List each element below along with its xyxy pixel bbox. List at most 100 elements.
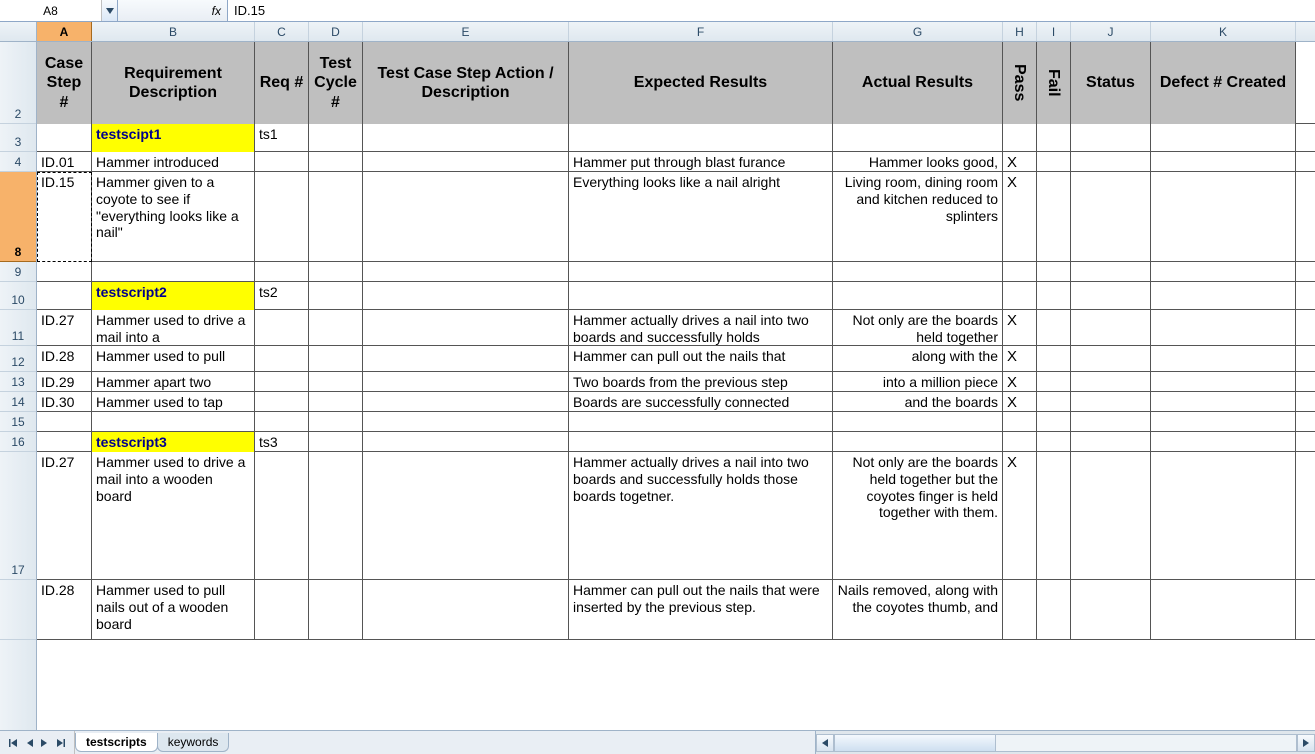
cell[interactable]: [569, 282, 833, 310]
row-header[interactable]: 13: [0, 372, 36, 392]
cell[interactable]: ID.01: [37, 152, 92, 172]
cell[interactable]: Requirement Description: [92, 42, 255, 124]
cell[interactable]: [309, 310, 363, 346]
cell[interactable]: ID.30: [37, 392, 92, 412]
cell[interactable]: [309, 152, 363, 172]
cell[interactable]: [309, 262, 363, 282]
col-header-H[interactable]: H: [1003, 22, 1037, 41]
cell[interactable]: [363, 412, 569, 432]
cell[interactable]: [309, 346, 363, 372]
row-header[interactable]: 9: [0, 262, 36, 282]
col-header-D[interactable]: D: [309, 22, 363, 41]
cell[interactable]: [1037, 412, 1071, 432]
cell[interactable]: Hammer can pull out the nails that were …: [569, 580, 833, 640]
cell[interactable]: Test Case Step Action / Description: [363, 42, 569, 124]
cell[interactable]: [833, 432, 1003, 452]
cell[interactable]: [255, 372, 309, 392]
cell[interactable]: [255, 412, 309, 432]
cell[interactable]: ID.15: [37, 172, 92, 262]
cell[interactable]: Not only are the boards held together bu…: [833, 452, 1003, 580]
cell[interactable]: [1071, 172, 1151, 262]
cell[interactable]: [1037, 262, 1071, 282]
cell[interactable]: Hammer used to drive a mail into a woode…: [92, 452, 255, 580]
cell[interactable]: [309, 580, 363, 640]
cell[interactable]: ID.29: [37, 372, 92, 392]
cell[interactable]: [1071, 580, 1151, 640]
cell[interactable]: [1151, 346, 1296, 372]
cell[interactable]: [363, 152, 569, 172]
cell[interactable]: [363, 392, 569, 412]
cell[interactable]: Hammer apart two: [92, 372, 255, 392]
cell[interactable]: X: [1003, 346, 1037, 372]
row-header[interactable]: [0, 580, 36, 640]
cell[interactable]: ID.28: [37, 580, 92, 640]
cell[interactable]: [255, 262, 309, 282]
cell[interactable]: X: [1003, 452, 1037, 580]
row-header[interactable]: 10: [0, 282, 36, 310]
cell[interactable]: [1071, 412, 1151, 432]
cell[interactable]: [1003, 282, 1037, 310]
cell[interactable]: Hammer used to pull: [92, 346, 255, 372]
cell[interactable]: [1071, 452, 1151, 580]
cell[interactable]: [37, 282, 92, 310]
tab-testscripts[interactable]: testscripts: [75, 733, 158, 752]
row-header[interactable]: 8: [0, 172, 36, 262]
cell[interactable]: testscript3: [92, 432, 255, 452]
scroll-left-icon[interactable]: [816, 734, 834, 752]
cell[interactable]: and the boards: [833, 392, 1003, 412]
cell[interactable]: [37, 262, 92, 282]
cell[interactable]: [1151, 172, 1296, 262]
cell[interactable]: Fail: [1037, 42, 1071, 124]
cell[interactable]: [92, 412, 255, 432]
cell[interactable]: Hammer looks good,: [833, 152, 1003, 172]
cell[interactable]: ID.27: [37, 310, 92, 346]
cell[interactable]: [1151, 372, 1296, 392]
cell[interactable]: [309, 432, 363, 452]
cell[interactable]: [363, 262, 569, 282]
cell[interactable]: [1037, 372, 1071, 392]
cell[interactable]: Two boards from the previous step: [569, 372, 833, 392]
cell[interactable]: Everything looks like a nail alright: [569, 172, 833, 262]
cell[interactable]: [363, 124, 569, 152]
cell[interactable]: ts1: [255, 124, 309, 152]
cell[interactable]: [363, 432, 569, 452]
cell[interactable]: [309, 392, 363, 412]
cell[interactable]: Hammer used to drive a mail into a: [92, 310, 255, 346]
cell[interactable]: [1151, 124, 1296, 152]
col-header-I[interactable]: I: [1037, 22, 1071, 41]
cell[interactable]: X: [1003, 310, 1037, 346]
cell[interactable]: X: [1003, 152, 1037, 172]
cell[interactable]: [1071, 310, 1151, 346]
cell[interactable]: [363, 452, 569, 580]
cell[interactable]: [363, 346, 569, 372]
cell[interactable]: Hammer put through blast furance: [569, 152, 833, 172]
row-header[interactable]: 17: [0, 452, 36, 580]
col-header-E[interactable]: E: [363, 22, 569, 41]
hscroll-track[interactable]: [834, 734, 1297, 752]
cell[interactable]: [1003, 432, 1037, 452]
cell[interactable]: along with the: [833, 346, 1003, 372]
cell[interactable]: Hammer used to tap: [92, 392, 255, 412]
cell[interactable]: [37, 124, 92, 152]
tab-last-icon[interactable]: [54, 736, 68, 750]
cell[interactable]: Status: [1071, 42, 1151, 124]
cell[interactable]: Hammer actually drives a nail into two b…: [569, 452, 833, 580]
cell[interactable]: [309, 372, 363, 392]
row-header[interactable]: 4: [0, 152, 36, 172]
cell[interactable]: [309, 124, 363, 152]
cell[interactable]: Hammer can pull out the nails that: [569, 346, 833, 372]
cell[interactable]: [363, 580, 569, 640]
cell[interactable]: Nails removed, along with the coyotes th…: [833, 580, 1003, 640]
cell[interactable]: ID.27: [37, 452, 92, 580]
cell[interactable]: [1037, 580, 1071, 640]
cell[interactable]: ID.28: [37, 346, 92, 372]
cell[interactable]: [363, 282, 569, 310]
fx-button[interactable]: fx: [118, 0, 228, 21]
row-header[interactable]: 3: [0, 124, 36, 152]
cell[interactable]: Hammer used to pull nails out of a woode…: [92, 580, 255, 640]
cell[interactable]: Not only are the boards held together: [833, 310, 1003, 346]
tab-next-icon[interactable]: [38, 736, 52, 750]
name-box-dropdown[interactable]: [101, 0, 117, 21]
cell[interactable]: [1037, 124, 1071, 152]
tab-first-icon[interactable]: [6, 736, 20, 750]
